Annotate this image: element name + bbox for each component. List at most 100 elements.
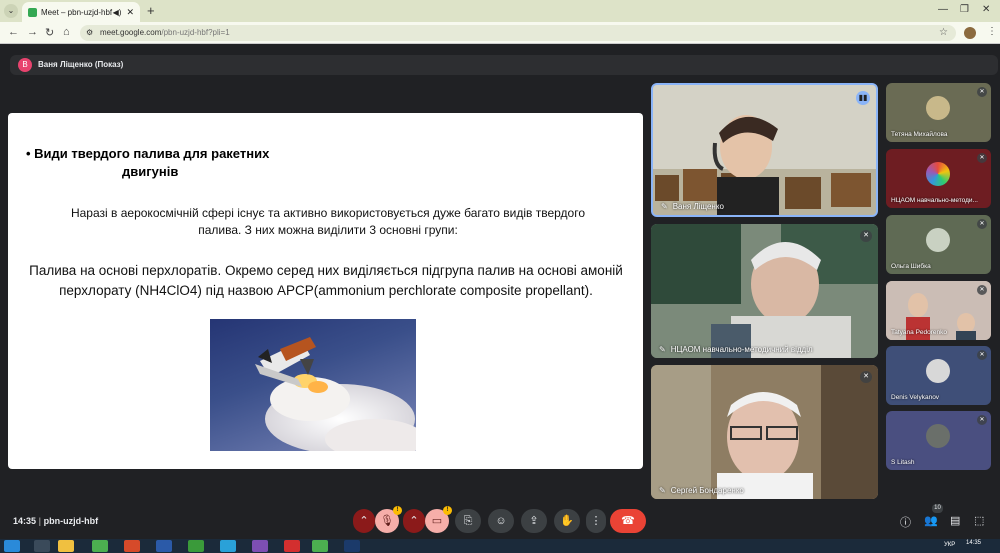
app-icon[interactable]	[188, 540, 204, 552]
emoji-button[interactable]: ☺	[488, 509, 514, 533]
leave-call-button[interactable]: ☎	[610, 509, 646, 533]
speaker-icon[interactable]: ◀)	[113, 8, 122, 17]
side-tile-6[interactable]: ✕ S Litash	[886, 411, 991, 470]
side-tile-4[interactable]: ✕ Tatyana Pedorenko	[886, 281, 991, 340]
reload-icon[interactable]: ↻	[45, 26, 54, 39]
participant-tile-speaker[interactable]: ▮▮ ✎ Ваня Ліщенко	[651, 83, 878, 217]
people-icon[interactable]: 👥	[924, 514, 938, 527]
captions-icon: ⎘	[463, 515, 473, 527]
more-options-button[interactable]: ⋮	[586, 509, 606, 533]
language-indicator[interactable]: УКР	[944, 542, 955, 548]
browser-tab-meet[interactable]: Meet – pbn-uzjd-hbf ◀) ✕	[22, 2, 140, 22]
pin-icon[interactable]: ✎	[659, 486, 666, 495]
shared-screen-slide: • Види твердого палива для ракетних двиг…	[8, 113, 643, 469]
home-icon[interactable]: ⌂	[63, 26, 70, 38]
participant-name: Ольга Шибка	[891, 263, 931, 270]
participant-avatar	[926, 162, 950, 186]
participant-tile-3[interactable]: ✕ ✎ Сергей Бондаренко	[651, 365, 878, 499]
chevron-up-icon: ⌃	[409, 515, 419, 527]
mic-off-icon: 🎙	[380, 515, 394, 527]
meeting-info: 14:35 | pbn-uzjd-hbf	[13, 516, 99, 526]
side-tile-1[interactable]: ✕ Тетяна Михайлова	[886, 83, 991, 142]
chrome-icon[interactable]	[92, 540, 108, 552]
side-tile-5[interactable]: ✕ Denis Velykanov	[886, 346, 991, 405]
participant-video-icon	[651, 224, 878, 358]
meet-favicon-icon	[28, 7, 37, 17]
mic-off-icon: ✕	[977, 350, 987, 360]
slide-title-line1: • Види твердого палива для ракетних	[26, 146, 270, 161]
site-info-icon[interactable]: ⚙	[86, 25, 93, 41]
participant-avatar	[926, 424, 950, 448]
present-screen-button[interactable]: ⇪	[521, 509, 547, 533]
raise-hand-button[interactable]: ✋	[554, 509, 580, 533]
powerpoint-icon[interactable]	[124, 540, 140, 552]
opera-icon[interactable]	[284, 540, 300, 552]
chrome-active-icon[interactable]	[312, 540, 328, 552]
participant-avatar	[926, 359, 950, 383]
tab-title: Meet – pbn-uzjd-hbf	[41, 7, 113, 17]
participant-name: Denis Velykanov	[891, 394, 940, 401]
activities-icon[interactable]: ⬚	[974, 514, 984, 527]
side-tile-3[interactable]: ✕ Ольга Шибка	[886, 215, 991, 274]
slide-title-line2: двигунів	[122, 164, 179, 179]
viber-icon[interactable]	[252, 540, 268, 552]
bookmark-star-icon[interactable]: ☆	[939, 25, 948, 41]
start-icon[interactable]	[4, 540, 20, 552]
close-window-icon[interactable]: ✕	[982, 4, 990, 15]
slide-paragraph-1: Наразі в аерокосмічній сфері існує та ак…	[70, 206, 586, 237]
present-icon: ⇪	[529, 515, 539, 527]
emoji-icon: ☺	[495, 515, 507, 527]
side-tile-2[interactable]: ✕ НЦАОМ навчально-методи...	[886, 149, 991, 208]
participant-avatar	[926, 228, 950, 252]
slide-paragraph-2: Палива на основі перхлоратів. Окремо сер…	[29, 263, 623, 298]
browser-menu-icon[interactable]: ⋮	[987, 26, 997, 37]
windows-taskbar: УКР 14:35	[0, 539, 1000, 553]
presenter-bar: В Ваня Ліщенко (Показ)	[10, 55, 998, 75]
address-toolbar: ← → ↻ ⌂ ⚙ meet.google.com/pbn-uzjd-hbf?p…	[0, 22, 1000, 44]
mic-off-icon: ✕	[977, 153, 987, 163]
more-vert-icon: ⋮	[590, 515, 602, 527]
browser-tab-strip: ⌄ Meet – pbn-uzjd-hbf ◀) ✕ + — ❐ ✕	[0, 0, 1000, 22]
minimize-icon[interactable]: —	[938, 4, 948, 15]
chat-icon[interactable]: ▤	[950, 514, 960, 527]
taskbar-clock[interactable]: 14:35	[966, 540, 981, 546]
meeting-details-icon[interactable]: ⓘ	[900, 514, 911, 530]
photoshop-icon[interactable]	[344, 540, 360, 552]
hand-icon: ✋	[560, 515, 574, 527]
camera-toggle-button[interactable]: ▭!	[425, 506, 452, 533]
audio-options-button[interactable]: ⌃	[353, 509, 375, 533]
back-icon[interactable]: ←	[8, 26, 19, 38]
file-explorer-icon[interactable]	[58, 540, 74, 552]
mic-off-icon: ✕	[860, 371, 872, 383]
warning-icon: !	[443, 506, 452, 515]
pin-icon[interactable]: ✎	[659, 345, 666, 354]
participant-avatar	[926, 96, 950, 120]
close-tab-icon[interactable]: ✕	[126, 7, 134, 18]
microphone-toggle-button[interactable]: 🎙!	[375, 506, 402, 533]
captions-button[interactable]: ⎘	[455, 509, 481, 533]
participant-tile-2[interactable]: ✕ ✎ НЦАОМ навчально-методичний відділ	[651, 224, 878, 358]
participant-name: S Litash	[891, 459, 915, 466]
word-icon[interactable]	[156, 540, 172, 552]
new-tab-button[interactable]: +	[147, 3, 155, 18]
space-shuttle-launch-image	[210, 319, 416, 451]
telegram-icon[interactable]	[220, 540, 236, 552]
profile-avatar[interactable]	[964, 27, 976, 39]
pin-icon[interactable]: ✎	[661, 202, 668, 211]
slide-title: • Види твердого палива для ракетних двиг…	[26, 145, 316, 181]
speaking-indicator-icon: ▮▮	[856, 91, 870, 105]
participant-name: Tatyana Pedorenko	[891, 329, 948, 336]
tab-search-icon[interactable]: ⌄	[4, 4, 18, 18]
participant-name: НЦАОМ навчально-методи...	[891, 197, 978, 204]
url-path: /pbn-uzjd-hbf?pli=1	[161, 28, 230, 37]
warning-icon: !	[393, 506, 402, 515]
camera-off-icon: ▭	[431, 515, 443, 527]
taskview-icon[interactable]	[34, 540, 50, 552]
restore-icon[interactable]: ❐	[960, 4, 969, 15]
mic-off-icon: ✕	[977, 285, 987, 295]
mic-off-icon: ✕	[977, 87, 987, 97]
participant-video-icon	[651, 365, 878, 499]
video-options-button[interactable]: ⌃	[403, 509, 425, 533]
forward-icon[interactable]: →	[27, 26, 38, 38]
url-field[interactable]: ⚙ meet.google.com/pbn-uzjd-hbf?pli=1 ☆	[80, 25, 956, 41]
